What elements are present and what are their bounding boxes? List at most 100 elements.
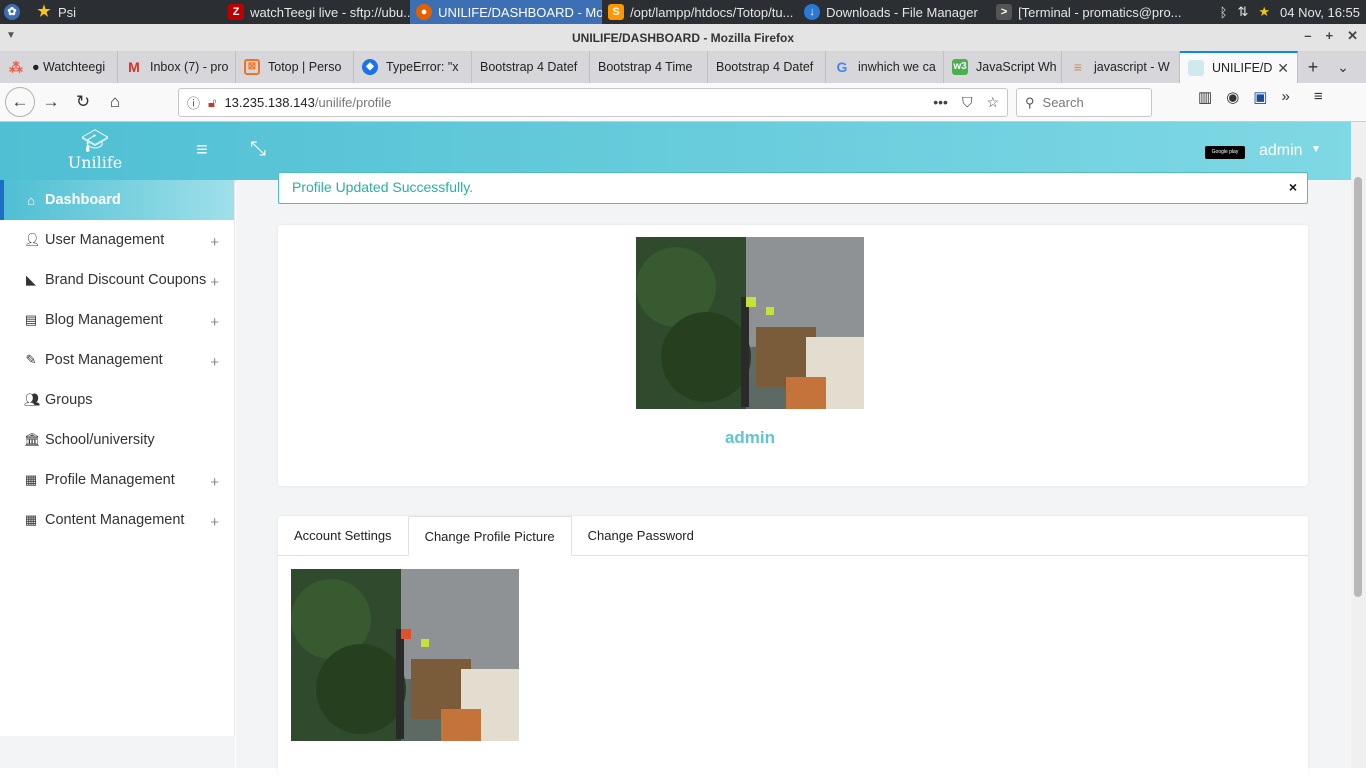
scrollbar-thumb[interactable]: [1354, 177, 1362, 597]
toolbar-icons: ▥ ◉ ▣ » ≡: [1198, 88, 1323, 106]
reload-icon: ↻: [75, 92, 91, 111]
forward-button[interactable]: →: [35, 86, 67, 118]
overflow-icon[interactable]: »: [1281, 88, 1289, 106]
clock[interactable]: 04 Nov, 16:55: [1280, 5, 1360, 20]
expand-plus-icon[interactable]: +: [210, 314, 219, 331]
library-icon[interactable]: ▥: [1198, 88, 1212, 106]
expand-plus-icon[interactable]: +: [210, 234, 219, 251]
close-window-icon[interactable]: ✕: [1347, 28, 1358, 44]
taskbar-item-terminal[interactable]: > [Terminal - promatics@pro...: [990, 0, 1186, 24]
expand-plus-icon[interactable]: +: [210, 274, 219, 291]
bookmark-star-icon[interactable]: ☆: [986, 94, 999, 111]
window-title: UNILIFE/DASHBOARD - Mozilla Firefox: [571, 30, 794, 45]
browser-tab[interactable]: Bootstrap 4 Time: [590, 51, 708, 83]
sidebar-item-school-university[interactable]: 🏛︎ School/university: [0, 420, 234, 460]
extension-icon[interactable]: ▣: [1253, 88, 1267, 106]
browser-tab[interactable]: ≡ javascript - W: [1062, 51, 1180, 83]
tab-account-settings[interactable]: Account Settings: [278, 516, 408, 555]
taskbar-menu-button[interactable]: ✿: [0, 0, 30, 24]
browser-tab[interactable]: ⊠ Totop | Perso: [236, 51, 354, 83]
sublime-icon: S: [608, 4, 625, 20]
tab-change-password[interactable]: Change Password: [572, 516, 710, 555]
url-path: /unilife/profile: [314, 95, 392, 110]
profile-picture-preview: [291, 569, 519, 741]
browser-tab[interactable]: ◆ TypeError: "x: [354, 51, 472, 83]
network-icon[interactable]: ⇅: [1237, 4, 1248, 20]
account-icon[interactable]: ◉: [1226, 88, 1239, 106]
expand-plus-icon[interactable]: +: [210, 354, 219, 371]
taskbar-item-filezilla[interactable]: Z watchTeegi live - sftp://ubu...: [222, 0, 410, 24]
arrow-right-icon: →: [42, 92, 60, 111]
close-tab-icon[interactable]: ✕: [1277, 60, 1289, 77]
reload-button[interactable]: ↻: [67, 86, 99, 118]
browser-tab[interactable]: M Inbox (7) - pro: [118, 51, 236, 83]
search-input[interactable]: ⚲ Search: [1016, 88, 1152, 117]
sidebar-item-content-management[interactable]: ▦ Content Management +: [0, 500, 234, 540]
logo[interactable]: 🎓︎ Unilife: [0, 130, 190, 172]
google-play-badge[interactable]: Google play: [1205, 146, 1245, 159]
window-titlebar: ▼ UNILIFE/DASHBOARD - Mozilla Firefox – …: [0, 24, 1366, 51]
users-icon: 👥︎: [24, 392, 41, 407]
google-icon: G: [836, 59, 848, 75]
expand-plus-icon[interactable]: +: [210, 514, 219, 531]
browser-tab[interactable]: Bootstrap 4 Datef: [472, 51, 590, 83]
taskbar-item-file-manager[interactable]: ↓ Downloads - File Manager: [798, 0, 990, 24]
menu-toggle-icon[interactable]: ≡: [196, 139, 208, 162]
more-actions-icon[interactable]: •••: [933, 94, 948, 111]
arrow-left-icon: ←: [11, 92, 29, 111]
terminal-icon: >: [996, 4, 1013, 20]
new-tab-button[interactable]: +: [1298, 51, 1328, 83]
url-bar[interactable]: ⓘ 🔓︎ 13.235.138.143/unilife/profile ••• …: [178, 88, 1008, 117]
filezilla-icon: Z: [228, 4, 245, 20]
star-icon: ★: [37, 3, 51, 20]
caret-down-icon: ▼: [1311, 144, 1321, 155]
browser-tab[interactable]: w3 JavaScript Wh: [944, 51, 1062, 83]
tab-list-icon[interactable]: ⌄: [1328, 51, 1358, 83]
window-menu-icon[interactable]: ▼: [6, 30, 16, 41]
home-button[interactable]: ⌂: [99, 86, 131, 118]
home-icon: ⌂: [109, 92, 121, 111]
sidebar-item-profile-management[interactable]: ▦ Profile Management +: [0, 460, 234, 500]
pocket-icon[interactable]: ⛉: [962, 94, 973, 111]
sidebar-item-groups[interactable]: 👥︎ Groups: [0, 380, 234, 420]
sidebar-item-blog-management[interactable]: ▤ Blog Management +: [0, 300, 234, 340]
browser-tab-active[interactable]: UNILIFE/D ✕: [1180, 51, 1298, 83]
taskbar-item-firefox[interactable]: ● UNILIFE/DASHBOARD - Mo...: [410, 0, 603, 24]
info-icon[interactable]: ⓘ: [187, 93, 200, 112]
sidebar: ⌂ Dashboard 👤︎ User Management + ◣ Brand…: [0, 180, 235, 768]
search-placeholder: Search: [1042, 95, 1084, 110]
profile-photo: [636, 237, 864, 409]
totop-icon: ⊠: [244, 59, 260, 75]
taskbar-item-psi[interactable]: ★ Psi: [30, 0, 82, 24]
system-tray: ᛒ ⇅ ★ 04 Nov, 16:55: [1220, 4, 1366, 20]
browser-tab[interactable]: G inwhich we ca: [826, 51, 944, 83]
os-taskbar: ✿ ★ Psi Z watchTeegi live - sftp://ubu..…: [0, 0, 1366, 24]
user-menu[interactable]: admin ▼: [1259, 142, 1321, 160]
back-button[interactable]: ←: [5, 87, 35, 117]
hamburger-menu-icon[interactable]: ≡: [1314, 88, 1323, 106]
minimize-icon[interactable]: –: [1304, 28, 1311, 44]
bluetooth-icon[interactable]: ᛒ: [1220, 5, 1228, 20]
taskbar-item-sublime[interactable]: S /opt/lampp/htdocs/Totop/tu...: [602, 0, 798, 24]
favorites-star-icon[interactable]: ★: [1258, 4, 1270, 20]
user-icon: 👤︎: [24, 232, 41, 247]
google-play-label: Google play: [1211, 149, 1239, 155]
browser-navbar: ← → ↻ ⌂ ⓘ 🔓︎ 13.235.138.143/unilife/prof…: [0, 83, 1366, 122]
maximize-icon[interactable]: +: [1326, 28, 1334, 44]
browser-tab[interactable]: Bootstrap 4 Datef: [708, 51, 826, 83]
sidebar-item-user-management[interactable]: 👤︎ User Management +: [0, 220, 234, 260]
sidebar-item-dashboard[interactable]: ⌂ Dashboard: [0, 180, 234, 220]
alert-close-button[interactable]: ×: [1289, 179, 1297, 195]
page-scrollbar[interactable]: [1351, 122, 1366, 768]
tab-change-profile-picture[interactable]: Change Profile Picture: [407, 516, 572, 556]
browser-tab[interactable]: ⁂ ● Watchteegi: [0, 51, 118, 83]
insecure-lock-icon[interactable]: 🔓︎: [208, 95, 216, 111]
profile-tabs-card: Account Settings Change Profile Picture …: [278, 516, 1308, 776]
sidebar-item-brand-discount-coupons[interactable]: ◣ Brand Discount Coupons +: [0, 260, 234, 300]
w3-icon: w3: [952, 59, 968, 75]
institution-icon: 🏛︎: [24, 432, 41, 447]
user-menu-label: admin: [1259, 142, 1303, 159]
expand-plus-icon[interactable]: +: [210, 474, 219, 491]
sidebar-item-post-management[interactable]: ✎ Post Management +: [0, 340, 234, 380]
fullscreen-icon[interactable]: ⤡: [250, 138, 266, 161]
